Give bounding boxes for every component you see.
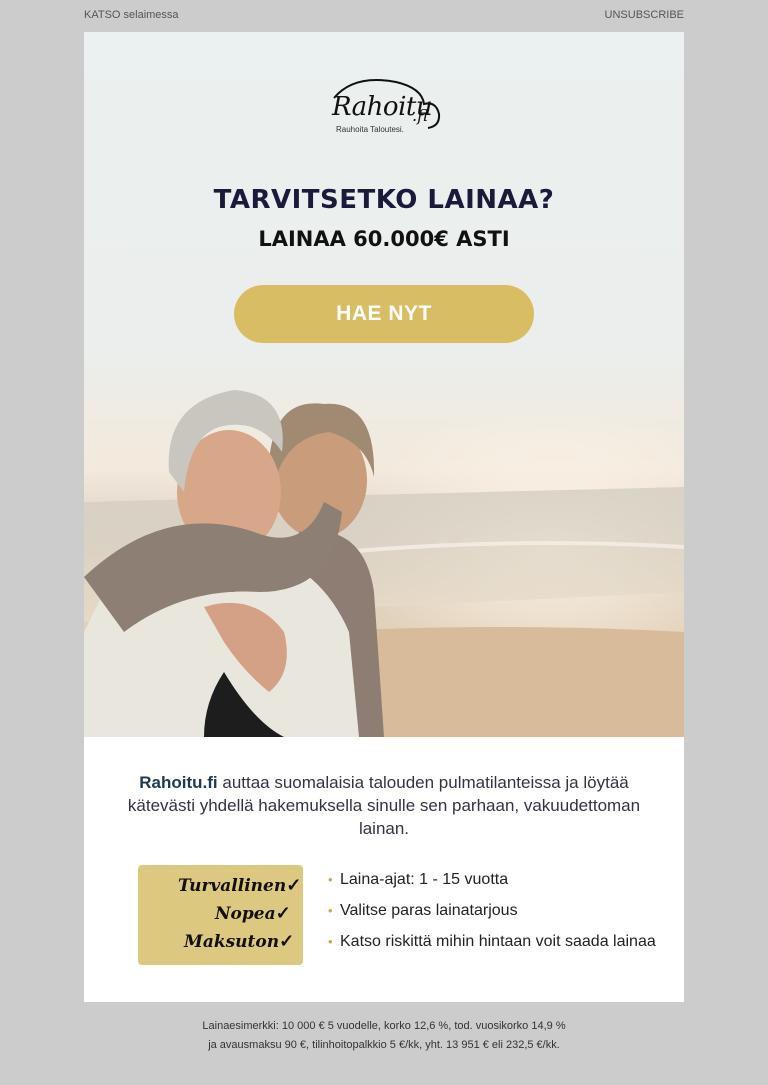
logo-tld: .fi [412, 106, 428, 125]
intro-paragraph: Rahoitu.fi auttaa suomalaisia talouden p… [114, 771, 654, 840]
checkmark-icon: ✓ [275, 903, 291, 924]
logo-tagline: Rauhoita Taloutesi. [336, 125, 404, 134]
badge-item-nopea: Nopea✓ [215, 903, 291, 924]
hero-section: Rahoitu .fi Rauhoita Taloutesi. TARVITSE… [84, 32, 684, 737]
intro-brand[interactable]: Rahoitu.fi [139, 773, 217, 792]
feature-text: Laina-ajat: 1 - 15 vuotta [340, 871, 509, 888]
headline: TARVITSETKO LAINAA? [213, 185, 555, 215]
list-item: • Valitse paras lainatarjous [328, 899, 668, 930]
benefits-badge: Turvallinen✓ Nopea✓ Maksuton✓ [138, 865, 303, 965]
list-item: • Katso riskittä mihin hintaan voit saada… [328, 930, 668, 961]
subheadline: LAINAA 60.000€ ASTI [258, 227, 510, 251]
badge-item-maksuton: Maksuton✓ [184, 931, 294, 952]
loan-example-footer: Lainaesimerkki: 10 000 € 5 vuodelle, kor… [84, 1017, 684, 1055]
checkmark-icon: ✓ [286, 875, 302, 896]
apply-now-button[interactable]: HAE NYT [234, 285, 534, 343]
rahoitu-logo[interactable]: Rahoitu .fi Rauhoita Taloutesi. [324, 76, 454, 138]
checkmark-icon: ✓ [279, 931, 295, 952]
feature-text: Katso riskittä mihin hintaan voit saada … [340, 933, 656, 950]
badge-label: Nopea [215, 904, 276, 924]
bullet-icon: • [328, 903, 333, 918]
feature-text: Valitse paras lainatarjous [340, 902, 518, 919]
email-card: Rahoitu .fi Rauhoita Taloutesi. TARVITSE… [84, 32, 684, 1002]
bullet-icon: • [328, 934, 333, 949]
bullet-icon: • [328, 872, 333, 887]
view-in-browser-link[interactable]: KATSO selaimessa [84, 9, 179, 21]
unsubscribe-link[interactable]: UNSUBSCRIBE [605, 9, 684, 21]
badge-item-turvallinen: Turvallinen✓ [178, 875, 301, 896]
email-top-bar: KATSO selaimessa UNSUBSCRIBE [84, 9, 684, 23]
list-item: • Laina-ajat: 1 - 15 vuotta [328, 868, 668, 899]
badge-label: Maksuton [184, 932, 280, 952]
footer-line-1: Lainaesimerkki: 10 000 € 5 vuodelle, kor… [202, 1020, 566, 1032]
badge-label: Turvallinen [178, 876, 287, 896]
feature-list: • Laina-ajat: 1 - 15 vuotta • Valitse para… [328, 868, 668, 961]
footer-line-2: ja avausmaksu 90 €, tilinhoitopalkkio 5 … [208, 1039, 560, 1051]
